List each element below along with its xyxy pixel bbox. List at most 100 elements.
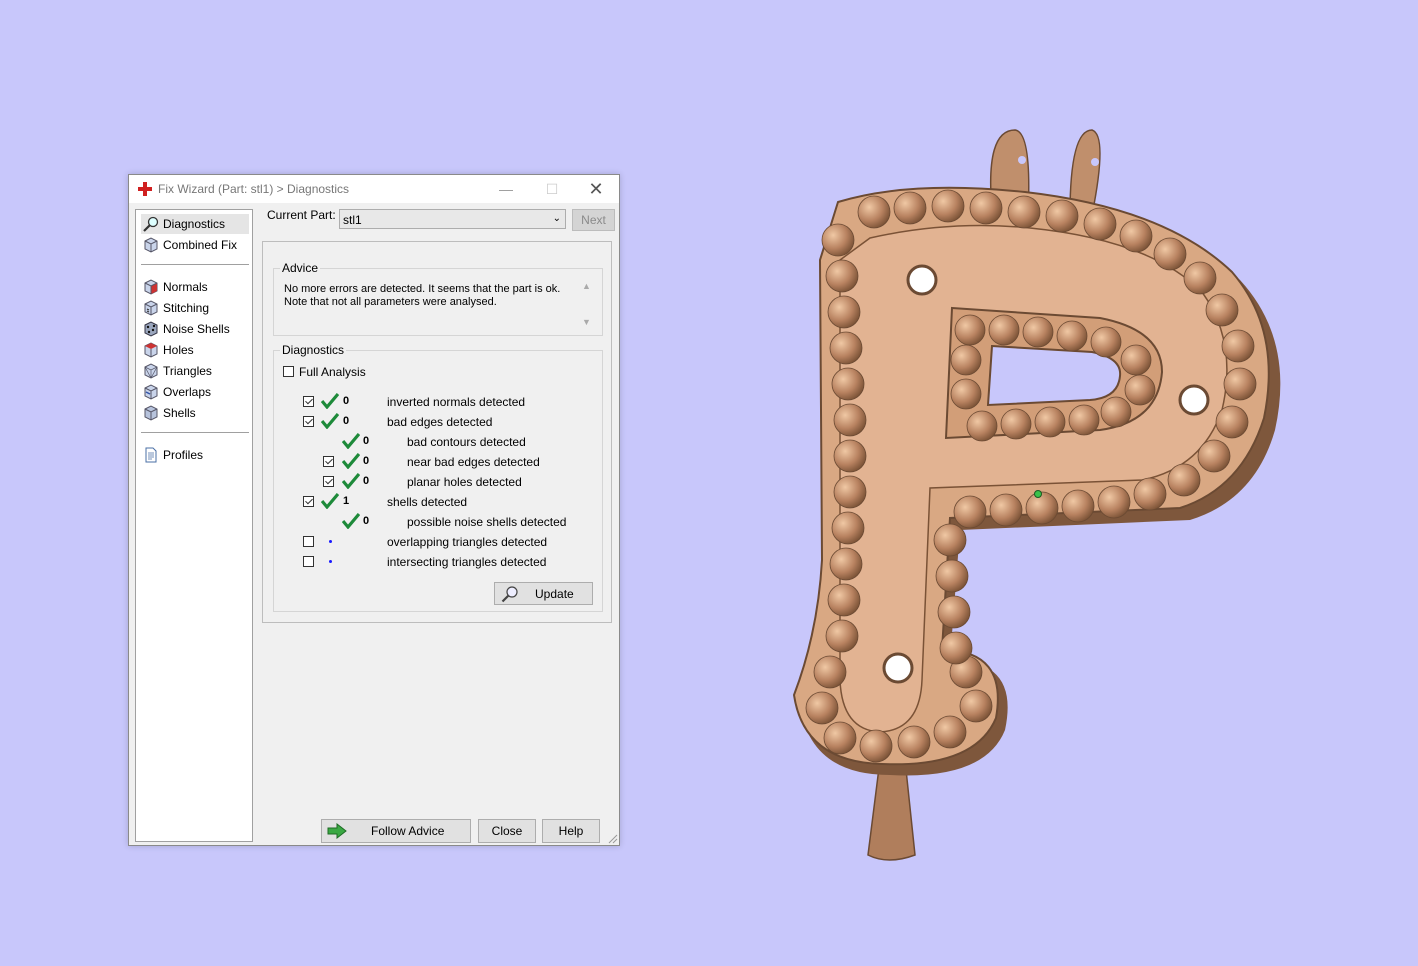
rotation-pivot-icon[interactable] bbox=[1034, 490, 1042, 498]
sidebar-item-label: Holes bbox=[163, 343, 194, 357]
magnifier-icon bbox=[501, 586, 518, 603]
pending-dot-icon bbox=[329, 540, 332, 543]
full-analysis-label: Full Analysis bbox=[299, 365, 366, 379]
sidebar-item-label: Combined Fix bbox=[163, 238, 238, 252]
sidebar-item-profiles[interactable]: Profiles bbox=[141, 445, 249, 465]
sidebar-item-overlaps[interactable]: Overlaps bbox=[141, 382, 249, 402]
row-checkbox[interactable] bbox=[323, 456, 334, 467]
sidebar-item-label: Profiles bbox=[163, 448, 204, 462]
jump-hole bbox=[1178, 384, 1210, 416]
current-part-value: stl1 bbox=[343, 213, 362, 227]
triangles-cube-icon bbox=[144, 363, 158, 379]
diagnostic-row-planar-holes: 0 planar holes detected bbox=[274, 473, 594, 491]
sidebar-item-diagnostics[interactable]: Diagnostics bbox=[141, 214, 249, 234]
row-label: bad contours detected bbox=[407, 435, 526, 449]
normals-cube-icon bbox=[144, 279, 158, 295]
row-checkbox[interactable] bbox=[303, 496, 314, 507]
sidebar-item-label: Overlaps bbox=[163, 385, 212, 399]
current-part-select[interactable]: stl1 ⌄ bbox=[339, 209, 566, 229]
title-bar[interactable]: Fix Wizard (Part: stl1) > Diagnostics — … bbox=[129, 175, 619, 203]
advice-text: No more errors are detected. It seems th… bbox=[284, 283, 574, 309]
full-analysis-checkbox[interactable] bbox=[283, 366, 294, 377]
close-window-button[interactable]: ✕ bbox=[573, 175, 619, 203]
row-count: 0 bbox=[343, 395, 350, 407]
green-check-icon bbox=[321, 413, 339, 429]
sidebar-item-label: Shells bbox=[163, 406, 196, 420]
follow-advice-label: Follow Advice bbox=[371, 824, 445, 838]
sidebar-item-combined-fix[interactable]: Combined Fix bbox=[141, 235, 249, 255]
advice-scrollbar[interactable]: ▲ ▼ bbox=[579, 281, 593, 329]
row-label: bad edges detected bbox=[387, 415, 493, 429]
row-label: possible noise shells detected bbox=[407, 515, 567, 529]
sidebar-item-normals[interactable]: Normals bbox=[141, 277, 249, 297]
shells-cube-icon bbox=[144, 405, 158, 421]
row-count: 1 bbox=[343, 495, 350, 507]
sidebar-item-triangles[interactable]: Triangles bbox=[141, 361, 249, 381]
row-checkbox[interactable] bbox=[303, 396, 314, 407]
holes-cube-icon bbox=[144, 342, 158, 358]
minimize-button[interactable]: — bbox=[483, 175, 529, 203]
row-checkbox[interactable] bbox=[323, 476, 334, 487]
stitching-cube-icon bbox=[144, 300, 158, 316]
3d-model-pendant[interactable] bbox=[770, 120, 1300, 870]
sidebar-item-shells[interactable]: Shells bbox=[141, 403, 249, 423]
green-check-icon bbox=[342, 473, 360, 489]
sidebar-item-label: Normals bbox=[163, 280, 208, 294]
row-count: 0 bbox=[343, 415, 350, 427]
sidebar-item-label: Triangles bbox=[163, 364, 212, 378]
window-title: Fix Wizard (Part: stl1) > Diagnostics bbox=[158, 182, 350, 196]
row-label: inverted normals detected bbox=[387, 395, 526, 409]
advice-group: Advice No more errors are detected. It s… bbox=[273, 261, 603, 336]
document-icon bbox=[145, 447, 157, 463]
scroll-down-icon[interactable]: ▼ bbox=[582, 317, 591, 327]
diagnostic-row-bad-contours: 0 bad contours detected bbox=[274, 433, 594, 451]
green-check-icon bbox=[342, 453, 360, 469]
sidebar-item-noise-shells[interactable]: Noise Shells bbox=[141, 319, 249, 339]
sidebar-item-label: Noise Shells bbox=[163, 322, 230, 336]
row-checkbox[interactable] bbox=[303, 536, 314, 547]
sidebar-item-stitching[interactable]: Stitching bbox=[141, 298, 249, 318]
sidebar-item-label: Stitching bbox=[163, 301, 210, 315]
advice-line: Note that not all parameters were analys… bbox=[284, 296, 497, 308]
row-label: shells detected bbox=[387, 495, 468, 509]
row-count: 0 bbox=[363, 475, 370, 487]
update-button[interactable]: Update bbox=[494, 582, 593, 605]
diagnostic-row-noise-shells: 0 possible noise shells detected bbox=[274, 513, 594, 531]
pending-dot-icon bbox=[329, 560, 332, 563]
sidebar-item-label: Diagnostics bbox=[163, 217, 226, 231]
sidebar-divider bbox=[141, 432, 249, 434]
diagnostics-group: Diagnostics Full Analysis 0 inverted nor… bbox=[273, 343, 603, 612]
follow-advice-button[interactable]: Follow Advice bbox=[321, 819, 471, 843]
red-cross-icon bbox=[138, 182, 152, 196]
resize-grip-icon[interactable] bbox=[608, 834, 618, 844]
jump-hole bbox=[882, 652, 914, 684]
green-check-icon bbox=[321, 493, 339, 509]
row-label: near bad edges detected bbox=[407, 455, 540, 469]
diagnostic-row-bad-edges: 0 bad edges detected bbox=[274, 413, 594, 431]
green-check-icon bbox=[321, 393, 339, 409]
diagnostics-panel: Advice No more errors are detected. It s… bbox=[262, 241, 612, 623]
advice-line: No more errors are detected. It seems th… bbox=[284, 283, 561, 295]
row-count: 0 bbox=[363, 435, 370, 447]
magnifier-icon bbox=[143, 216, 159, 232]
row-checkbox[interactable] bbox=[303, 556, 314, 567]
overlaps-cube-icon bbox=[144, 384, 158, 400]
sidebar-item-holes[interactable]: Holes bbox=[141, 340, 249, 360]
diagnostic-row-overlapping-triangles: overlapping triangles detected bbox=[274, 533, 594, 551]
noise-shells-icon bbox=[144, 321, 158, 337]
current-part-label: Current Part: bbox=[267, 208, 336, 222]
next-button[interactable]: Next bbox=[572, 209, 615, 231]
diagnostic-row-intersecting-triangles: intersecting triangles detected bbox=[274, 553, 594, 571]
diagnostics-title: Diagnostics bbox=[280, 343, 347, 357]
jump-hole bbox=[906, 264, 938, 296]
scroll-up-icon[interactable]: ▲ bbox=[582, 281, 591, 291]
close-button[interactable]: Close bbox=[478, 819, 536, 843]
update-label: Update bbox=[535, 587, 574, 601]
row-checkbox[interactable] bbox=[303, 416, 314, 427]
diagnostic-row-near-bad-edges: 0 near bad edges detected bbox=[274, 453, 594, 471]
sidebar: Diagnostics Combined Fix Normals Stitchi… bbox=[135, 209, 253, 842]
green-check-icon bbox=[342, 513, 360, 529]
maximize-button[interactable]: ☐ bbox=[529, 175, 575, 203]
cube-icon bbox=[144, 237, 158, 253]
help-button[interactable]: Help bbox=[542, 819, 600, 843]
